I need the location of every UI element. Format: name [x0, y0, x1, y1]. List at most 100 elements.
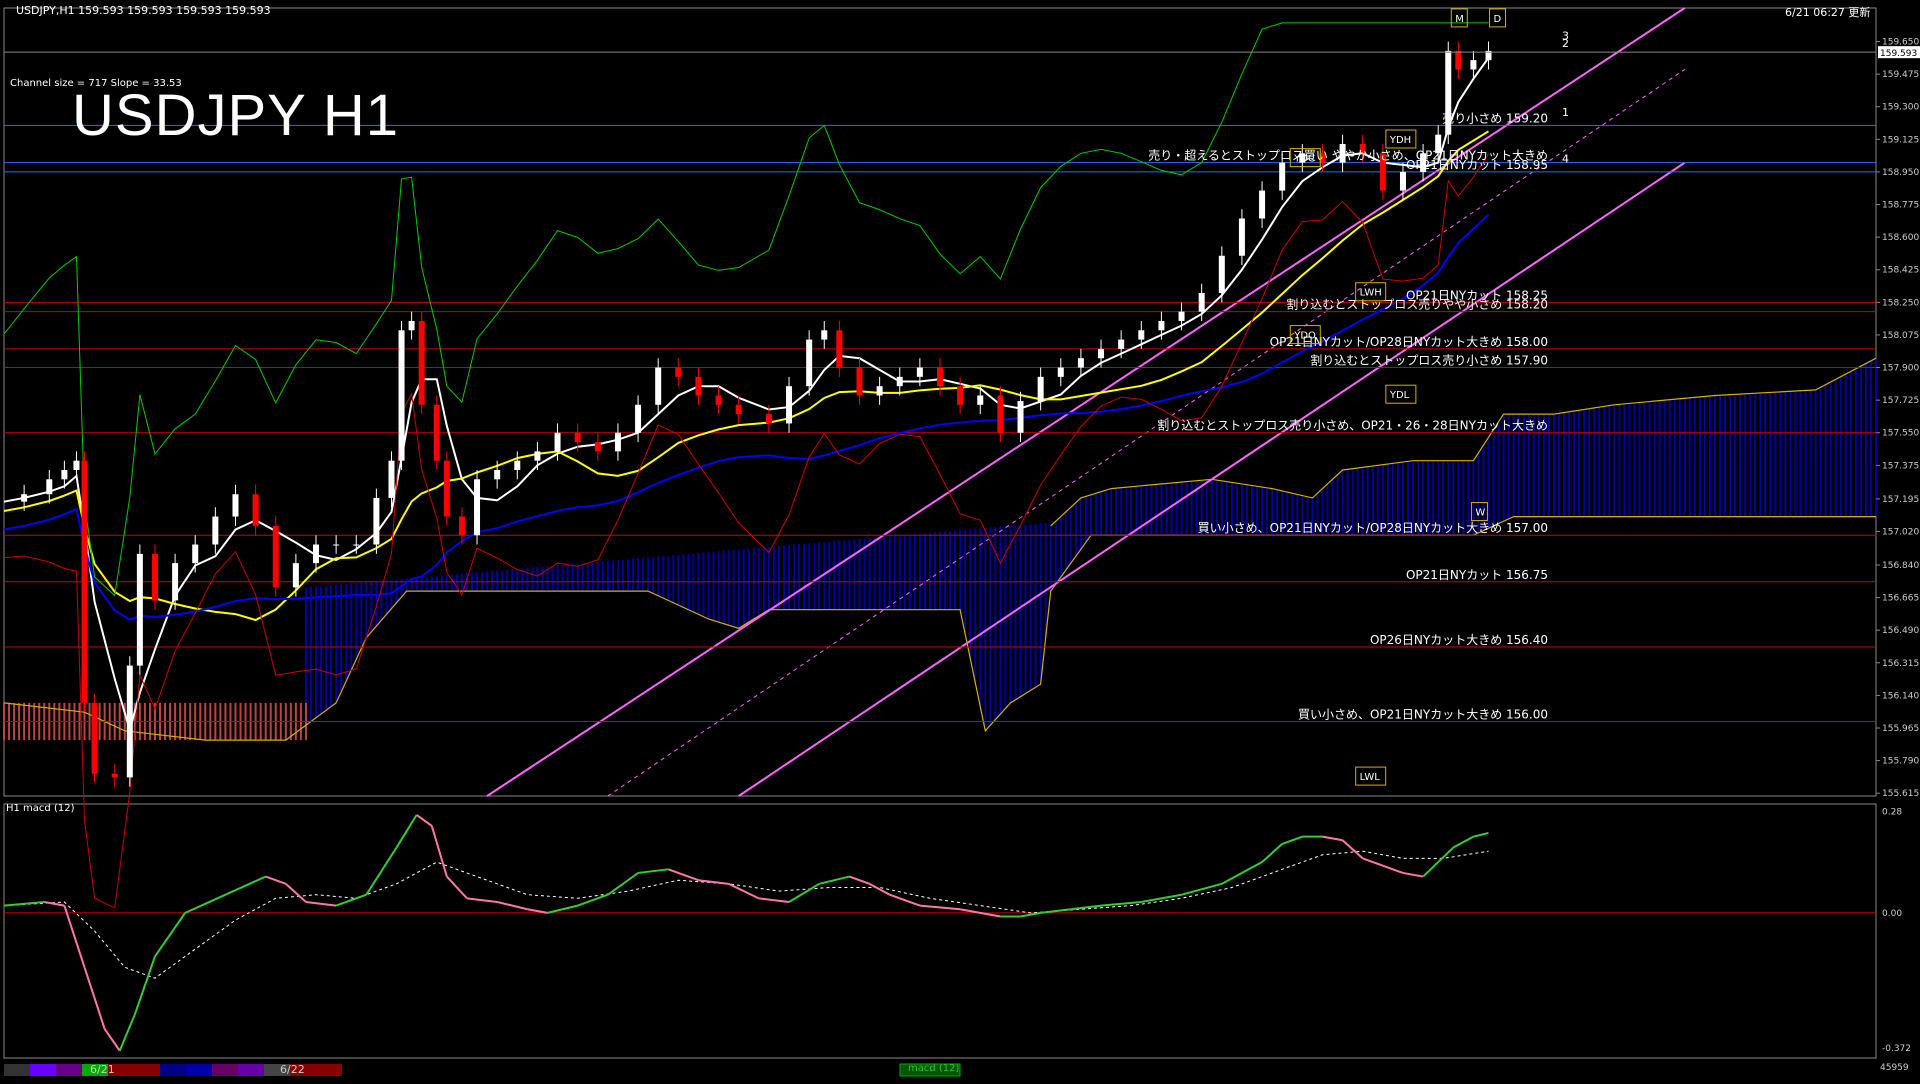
- candle-body: [333, 544, 340, 546]
- macd-segment: [430, 825, 448, 877]
- candle-body: [1455, 50, 1462, 70]
- macd-segment: [154, 912, 186, 957]
- candle-body: [73, 460, 80, 470]
- y-tick-label: 156.840: [1882, 561, 1919, 571]
- candle-body: [786, 386, 793, 424]
- channel-label: 1: [1562, 106, 1569, 119]
- y-tick-label: 156.665: [1882, 594, 1919, 604]
- macd-segment: [1040, 908, 1071, 914]
- y-axis: 159.650 159.475 159.300 159.125 158.950 158.7…: [1876, 38, 1919, 799]
- macd-segment: [1261, 843, 1283, 863]
- symbol-info: USDJPY,H1 159.593 159.593 159.593 159.59…: [16, 4, 271, 17]
- corner-value: 45959: [1880, 1063, 1909, 1073]
- candle-body: [1037, 376, 1044, 402]
- update-timestamp: 6/21 06:27 更新: [1785, 6, 1871, 19]
- macd-segment: [285, 883, 307, 903]
- y-tick-label: 159.125: [1882, 135, 1919, 145]
- y-tick-label: 156.490: [1882, 626, 1919, 636]
- macd-segment: [1473, 832, 1489, 838]
- y-tick-label: 158.775: [1882, 201, 1919, 211]
- tab-color-block: [134, 1064, 160, 1076]
- candle-body: [554, 432, 561, 452]
- candle-body: [594, 442, 601, 452]
- candle-body: [1399, 171, 1406, 191]
- y-tick-label: 157.195: [1882, 495, 1919, 505]
- macd-segment: [1281, 835, 1303, 845]
- y-tick-label: 157.550: [1882, 429, 1919, 439]
- level-annotation: 買い小さめ、OP21日NYカット大きめ 156.00: [1298, 707, 1548, 721]
- candle-body: [534, 451, 541, 461]
- macd-segment: [1322, 835, 1343, 842]
- regression-channel-line: [738, 161, 1686, 797]
- candle-body: [1238, 218, 1245, 256]
- candle-body: [635, 404, 642, 433]
- box-label: YDL: [1389, 390, 1410, 401]
- box-label: LWL: [1360, 772, 1381, 783]
- candle-body: [151, 553, 158, 601]
- macd-segment: [849, 875, 870, 885]
- candle-body: [1279, 162, 1286, 191]
- candle-body: [252, 494, 259, 526]
- candle-body: [21, 494, 28, 502]
- candle-body: [1017, 401, 1024, 433]
- box-label: D: [1494, 14, 1502, 25]
- candle-body: [937, 367, 943, 387]
- candle-body: [836, 330, 843, 368]
- macd-segment: [446, 875, 468, 900]
- level-annotation: OP21日NYカット 156.75: [1406, 568, 1548, 582]
- candle-body: [1057, 367, 1064, 377]
- tab-6-21[interactable]: 6/21: [90, 1063, 115, 1076]
- candle-body: [977, 395, 984, 405]
- y-tick-label: 159.300: [1882, 103, 1919, 113]
- candle-body: [715, 395, 722, 405]
- macd-y-tick-label: 0.28: [1882, 807, 1902, 817]
- macd-segment: [607, 872, 639, 896]
- candle-body: [1098, 348, 1105, 359]
- tab-6-22[interactable]: 6/22: [280, 1063, 305, 1076]
- macd-tag: macd (12): [908, 1063, 960, 1074]
- level-annotation: 割り込むとストップロス売りやや小さめ 158.20: [1286, 297, 1548, 312]
- macd-segment: [1452, 835, 1474, 849]
- y-tick-label: 159.475: [1882, 70, 1919, 80]
- candle-body: [806, 339, 813, 387]
- candle-body: [126, 665, 133, 778]
- candle-body: [1259, 190, 1266, 219]
- chart-window[interactable]: 売り小さめ 159.20 売り・超えるとストップロス買い ややか小さめ、OP21日…: [0, 0, 1920, 1080]
- candle-body: [735, 404, 742, 415]
- macd-segment: [758, 897, 790, 903]
- y-tick-label: 158.250: [1882, 298, 1919, 308]
- macd-segment: [466, 897, 498, 903]
- level-lines: [4, 124, 1876, 722]
- macd-segment: [889, 893, 921, 907]
- macd-segment: [577, 893, 609, 907]
- macd-segment: [335, 893, 367, 907]
- chart-title: USDJPY H1: [72, 83, 400, 148]
- level-annotation: 割り込むとストップロス売り小さめ 157.90: [1310, 353, 1548, 368]
- y-tick-label: 156.140: [1882, 691, 1919, 701]
- y-tick-label: 158.075: [1882, 331, 1919, 341]
- candle-body: [313, 544, 319, 564]
- candle-body: [212, 516, 219, 545]
- candle-body: [916, 367, 923, 377]
- candle-body: [192, 544, 199, 564]
- macd-plot-frame: [3, 803, 1877, 1059]
- candle-body: [614, 432, 621, 452]
- macd-segment: [184, 893, 226, 914]
- macd-segment: [1221, 861, 1263, 885]
- chart-canvas[interactable]: 売り小さめ 159.20売り・超えるとストップロス買い ややか小さめ、OP21日…: [0, 0, 1920, 1080]
- y-tick-label: 158.425: [1882, 266, 1919, 276]
- ma-yellow: [3, 130, 1490, 622]
- candle-body: [997, 395, 1004, 433]
- candle-body: [574, 432, 581, 443]
- macd-segment: [133, 956, 156, 1015]
- candle-body: [765, 414, 772, 424]
- macd-segment: [1100, 900, 1142, 907]
- macd-segment: [118, 1014, 136, 1052]
- candle-body: [1178, 311, 1185, 321]
- candle-body: [1198, 293, 1205, 312]
- macd-segment: [1437, 846, 1454, 863]
- candle-body: [81, 460, 88, 703]
- ichimoku-cloud: [3, 358, 1877, 741]
- y-tick-label: 157.725: [1882, 396, 1919, 406]
- macd-segment: [1422, 861, 1439, 878]
